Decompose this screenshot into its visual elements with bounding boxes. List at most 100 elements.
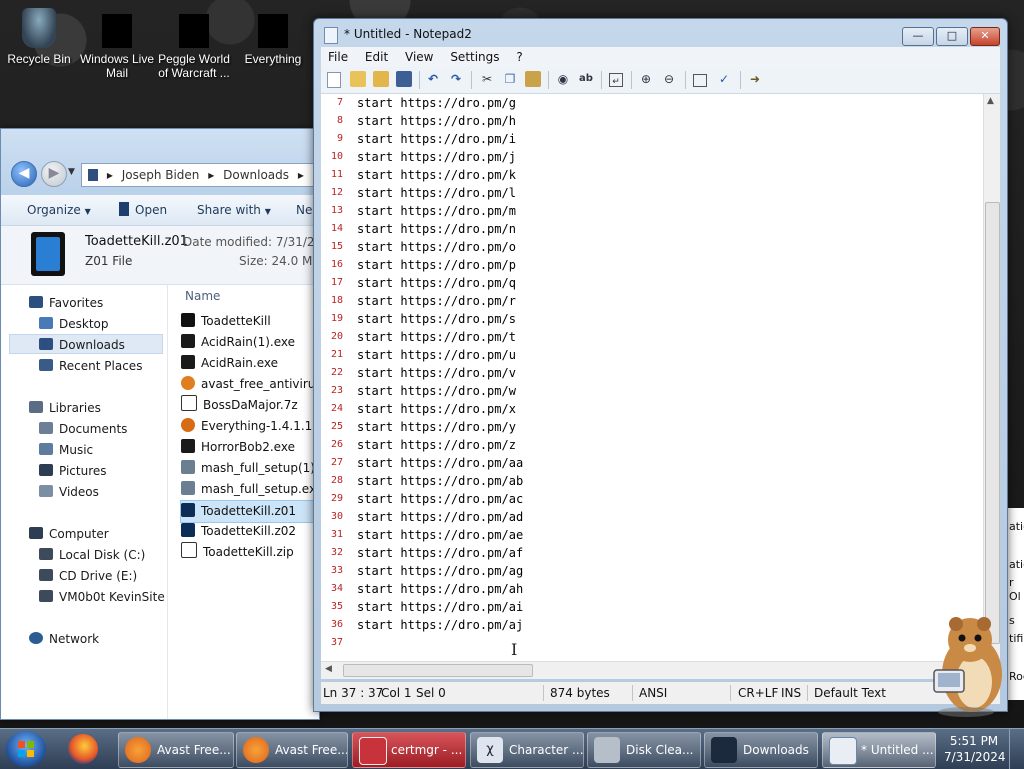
paste-icon[interactable] xyxy=(525,71,541,87)
zoom-out-icon[interactable]: ⊖ xyxy=(661,71,677,87)
browse-icon[interactable] xyxy=(373,71,389,87)
list-item[interactable]: mash_full_setup.exe xyxy=(181,479,319,500)
show-desktop-button[interactable] xyxy=(1009,729,1024,769)
recent-pages-chevron-icon[interactable]: ▼ xyxy=(68,167,75,177)
list-item[interactable]: AcidRain(1).exe xyxy=(181,332,319,353)
scheme-icon[interactable] xyxy=(693,74,707,87)
nav-pictures[interactable]: Pictures xyxy=(39,461,107,481)
exit-icon[interactable]: ➜ xyxy=(747,71,763,87)
menu-view[interactable]: View xyxy=(405,50,433,64)
taskbar-item-disk-cleanup[interactable]: Disk Clea... xyxy=(587,732,701,768)
nav-favorites[interactable]: Favorites xyxy=(29,293,103,313)
minimize-button[interactable]: — xyxy=(902,27,934,46)
address-bar[interactable]: ▸ Joseph Biden ▸ Downloads ▸ xyxy=(81,163,319,187)
window-title: * Untitled - Notepad2 xyxy=(344,27,472,41)
redo-icon[interactable]: ↷ xyxy=(448,71,464,87)
organize-button[interactable]: Organize ▼ xyxy=(27,195,91,227)
desktop-icon-peggle[interactable]: Peggle World of Warcraft ... xyxy=(152,8,236,80)
taskbar-item-downloads[interactable]: Downloads xyxy=(704,732,818,768)
list-item[interactable]: AcidRain.exe xyxy=(181,353,319,374)
nav-videos[interactable]: Videos xyxy=(39,482,99,502)
horizontal-scrollbar[interactable]: ◀ xyxy=(321,661,984,679)
scroll-left-arrow-icon[interactable]: ◀ xyxy=(325,664,332,674)
nav-computer[interactable]: Computer xyxy=(29,524,109,544)
nav-local-disk[interactable]: Local Disk (C:) xyxy=(39,545,145,565)
line-text: start https://dro.pm/g xyxy=(357,96,516,110)
menu-edit[interactable]: Edit xyxy=(365,50,388,64)
vertical-scroll-thumb[interactable] xyxy=(985,202,1000,644)
start-button[interactable] xyxy=(6,731,46,767)
taskbar-item-avast-2[interactable]: Avast Free... xyxy=(236,732,348,768)
editor-line: 34 start https://dro.pm/ah xyxy=(321,580,985,598)
open-folder-icon[interactable] xyxy=(350,71,366,87)
scroll-up-arrow-icon[interactable]: ▲ xyxy=(987,96,994,106)
nav-desktop[interactable]: Desktop xyxy=(39,314,109,334)
list-item[interactable]: BossDaMajor.7z xyxy=(181,395,319,416)
menu-help[interactable]: ? xyxy=(516,50,522,64)
taskbar-item-avast-1[interactable]: Avast Free... xyxy=(118,732,234,768)
list-item[interactable]: HorrorBob2.exe xyxy=(181,437,319,458)
list-item[interactable]: avast_free_antivirus_ xyxy=(181,374,319,395)
undo-icon[interactable]: ↶ xyxy=(425,71,441,87)
list-item[interactable]: ToadetteKill.z01 xyxy=(180,500,319,523)
list-item[interactable]: ToadetteKill.zip xyxy=(181,542,319,563)
breadcrumb-item[interactable]: Joseph Biden xyxy=(122,168,200,182)
taskbar-item-certmgr[interactable]: certmgr - ... xyxy=(352,732,466,768)
nav-network[interactable]: Network xyxy=(29,629,99,649)
menu-settings[interactable]: Settings xyxy=(450,50,499,64)
nav-cd-drive[interactable]: CD Drive (E:) xyxy=(39,566,137,586)
nav-music[interactable]: Music xyxy=(39,440,93,460)
system-clock[interactable]: 5:51 PM 7/31/2024 xyxy=(944,733,1006,765)
list-item[interactable]: mash_full_setup(1).e xyxy=(181,458,319,479)
find-icon[interactable]: ◉ xyxy=(555,71,571,87)
hard-drive-icon xyxy=(39,548,53,560)
editor-lines: 7 start https://dro.pm/g 8 start https://d… xyxy=(321,94,985,652)
status-line-endings[interactable]: CR+LF xyxy=(738,682,778,704)
editor-line: 9 start https://dro.pm/i xyxy=(321,130,985,148)
taskbar-item-character-map[interactable]: χ Character ... xyxy=(470,732,584,768)
new-file-icon[interactable] xyxy=(327,72,341,88)
replace-icon[interactable]: ab xyxy=(578,71,594,87)
toolbar: ↶ ↷ ✂ ❐ ◉ ab ↵ ⊕ ⊖ ✓ ➜ xyxy=(321,67,1000,94)
nav-documents[interactable]: Documents xyxy=(39,419,127,439)
cut-icon[interactable]: ✂ xyxy=(479,71,495,87)
nav-libraries[interactable]: Libraries xyxy=(29,398,101,418)
list-item[interactable]: Everything-1.4.1.102 xyxy=(181,416,319,437)
text-editor[interactable]: 7 start https://dro.pm/g 8 start https://d… xyxy=(321,94,1000,679)
share-with-button[interactable]: Share with ▼ xyxy=(197,195,271,227)
avast-icon xyxy=(125,737,151,763)
editor-line: 25 start https://dro.pm/y xyxy=(321,418,985,436)
close-button[interactable]: ✕ xyxy=(970,27,1000,46)
menu-file[interactable]: File xyxy=(328,50,348,64)
list-item[interactable]: ToadetteKill xyxy=(181,311,319,332)
desktop-icon-everything[interactable]: Everything xyxy=(231,8,315,66)
nav-downloads[interactable]: Downloads xyxy=(9,334,163,354)
new-folder-button[interactable]: Ne xyxy=(296,195,312,225)
taskbar-item-notepad2[interactable]: * Untitled ... xyxy=(822,732,936,768)
nav-network-drive[interactable]: VM0b0t KevinSite xyxy=(39,587,165,607)
status-scheme[interactable]: Default Text xyxy=(814,682,886,704)
breadcrumb-item[interactable]: Downloads xyxy=(223,168,289,182)
list-item[interactable]: ToadetteKill.z02 xyxy=(181,521,319,542)
line-number: 10 xyxy=(330,151,343,162)
open-button[interactable]: Open xyxy=(119,195,167,225)
save-icon[interactable] xyxy=(396,71,412,87)
word-wrap-icon[interactable]: ↵ xyxy=(609,73,623,87)
copy-icon[interactable]: ❐ xyxy=(502,71,518,87)
network-drive-icon xyxy=(39,590,53,602)
editor-line: 18 start https://dro.pm/r xyxy=(321,292,985,310)
zoom-in-icon[interactable]: ⊕ xyxy=(638,71,654,87)
back-button[interactable]: ◀ xyxy=(11,161,37,187)
desktop-icon-windows-live-mail[interactable]: Windows Live Mail xyxy=(75,8,159,80)
nav-recent-places[interactable]: Recent Places xyxy=(39,356,142,376)
forward-button[interactable]: ▶ xyxy=(41,161,67,187)
status-encoding[interactable]: ANSI xyxy=(639,682,667,704)
column-header-name[interactable]: Name xyxy=(185,289,220,303)
horizontal-scroll-thumb[interactable] xyxy=(343,664,533,677)
maximize-button[interactable]: □ xyxy=(936,27,968,46)
computer-icon xyxy=(29,527,43,539)
vertical-scrollbar[interactable]: ▲ xyxy=(983,94,1000,661)
customize-scheme-icon[interactable]: ✓ xyxy=(716,71,732,87)
firefox-icon[interactable] xyxy=(68,734,98,764)
desktop-icon-recycle-bin[interactable]: Recycle Bin xyxy=(0,8,81,66)
